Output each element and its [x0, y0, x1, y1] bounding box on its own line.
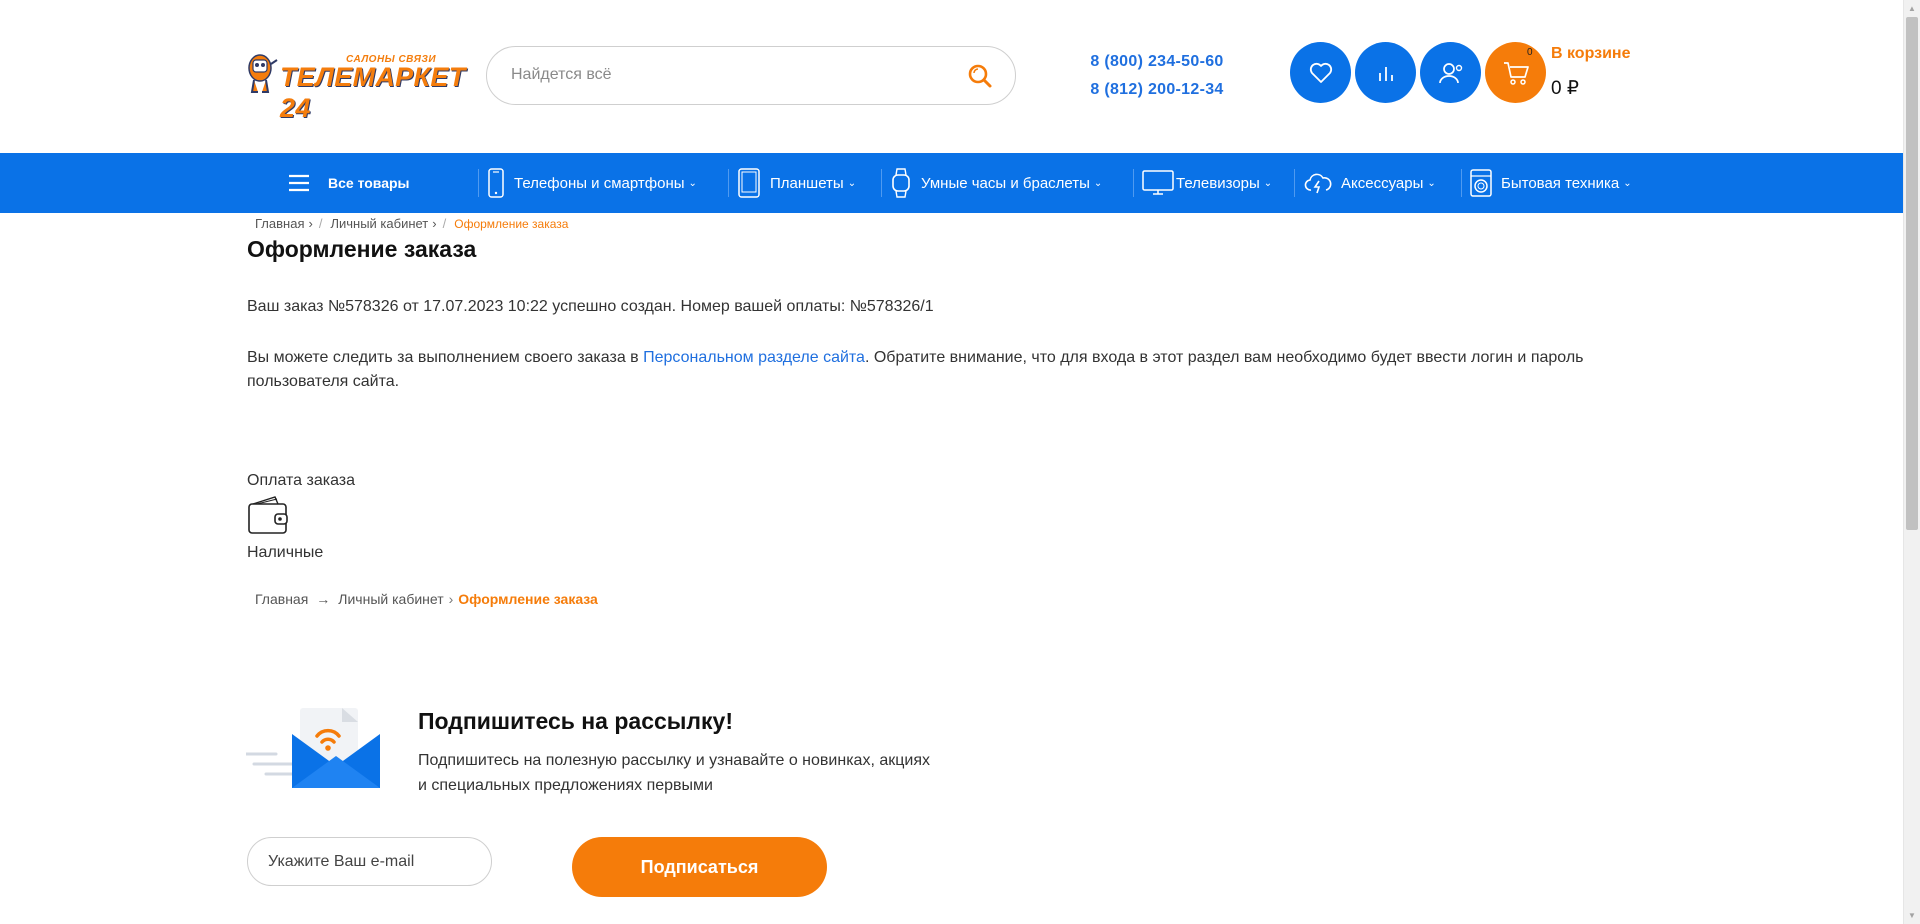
compare-button[interactable] — [1355, 42, 1416, 103]
breadcrumb-current: Оформление заказа — [454, 216, 569, 231]
nav-item-label: Аксессуары — [1341, 174, 1424, 192]
nav-item-tablets[interactable]: Планшеты ⌄ — [737, 153, 856, 213]
logo-text: ТЕЛЕМАРКЕТ 24 — [280, 62, 466, 123]
menu-icon — [289, 174, 309, 192]
nav-item-tvs[interactable]: Телевизоры ⌄ — [1142, 153, 1272, 213]
breadcrumb-home[interactable]: Главная — [255, 216, 304, 231]
nav-divider — [728, 169, 729, 197]
page-title: Оформление заказа — [247, 236, 477, 262]
breadcrumb-current: Оформление заказа — [458, 591, 598, 607]
nav-item-label: Планшеты — [770, 174, 844, 192]
nav-divider — [478, 169, 479, 197]
tv-icon — [1142, 170, 1174, 195]
subscribe-button[interactable]: Подписаться — [572, 837, 827, 897]
search-icon[interactable] — [967, 63, 993, 89]
nav-item-phones[interactable]: Телефоны и смартфоны ⌄ — [487, 153, 697, 213]
nav-item-appliances[interactable]: Бытовая техника ⌄ — [1470, 153, 1632, 213]
order-info-text: Вы можете следить за выполнением своего … — [247, 346, 1647, 394]
nav-item-smartwatches[interactable]: Умные часы и браслеты ⌄ — [890, 153, 1102, 213]
phone-icon — [488, 168, 504, 198]
site-logo[interactable]: САЛОНЫ СВЯЗИ ТЕЛЕМАРКЕТ 24 — [246, 50, 465, 123]
order-info-before: Вы можете следить за выполнением своего … — [247, 349, 644, 366]
breadcrumb-home[interactable]: Главная — [255, 591, 308, 607]
cloud-lightning-icon — [1304, 173, 1332, 194]
payment-title: Оплата заказа — [247, 472, 356, 489]
search-input[interactable] — [511, 47, 931, 103]
washing-machine-icon — [1470, 169, 1492, 197]
cart-icon — [1503, 61, 1529, 85]
cart-label[interactable]: В корзине — [1551, 45, 1630, 63]
chevron-down-icon: ⌄ — [1427, 177, 1436, 189]
breadcrumb-separator: / — [318, 216, 323, 231]
scrollbar-thumb[interactable] — [1906, 17, 1918, 530]
chart-bars-icon — [1378, 66, 1393, 81]
heart-icon — [1309, 62, 1332, 83]
nav-divider — [1294, 169, 1295, 197]
phone-number-2[interactable]: 8 (812) 200-12-34 — [1072, 76, 1242, 104]
cart-count-badge: 0 — [1527, 47, 1533, 58]
newsletter-envelope-icon — [246, 708, 380, 788]
personal-section-link[interactable]: Персональном разделе сайта — [643, 349, 865, 366]
email-field[interactable] — [247, 837, 492, 886]
order-confirmation-text: Ваш заказ №578326 от 17.07.2023 10:22 ус… — [247, 298, 934, 315]
cart-button[interactable] — [1485, 42, 1546, 103]
page-scrollbar[interactable]: ▲ ▼ — [1903, 0, 1920, 924]
breadcrumb-cabinet[interactable]: Личный кабинет — [338, 591, 443, 607]
breadcrumb-separator: / — [442, 216, 447, 231]
phone-numbers: 8 (800) 234-50-60 8 (812) 200-12-34 — [1072, 48, 1242, 104]
chevron-down-icon: ⌄ — [688, 177, 697, 189]
nav-all-products[interactable]: Все товары — [288, 153, 410, 213]
nav-item-label: Телефоны и смартфоны — [514, 174, 685, 192]
chevron-down-icon: ⌄ — [847, 177, 857, 189]
breadcrumb-cabinet[interactable]: Личный кабинет — [330, 216, 428, 231]
search-box — [486, 46, 1016, 105]
wallet-icon — [248, 496, 288, 534]
nav-all-label: Все товары — [328, 175, 410, 191]
arrow-right-icon: → — [316, 591, 331, 607]
nav-divider — [1461, 169, 1462, 197]
chevron-down-icon: ⌄ — [1263, 177, 1273, 189]
breadcrumb: Главная › / Личный кабинет › / Оформлени… — [255, 216, 568, 231]
nav-divider — [881, 169, 882, 197]
nav-item-accessories[interactable]: Аксессуары ⌄ — [1304, 153, 1436, 213]
payment-method: Наличные — [247, 544, 324, 561]
watch-icon — [892, 168, 910, 198]
phone-number-1[interactable]: 8 (800) 234-50-60 — [1072, 48, 1242, 76]
scroll-down-arrow-icon[interactable]: ▼ — [1904, 907, 1920, 924]
chevron-right-icon: › — [432, 216, 437, 231]
main-navigation: Все товары Телефоны и смартфоны ⌄ Планше… — [0, 153, 1903, 213]
subscribe-title: Подпишитесь на рассылку! — [418, 708, 734, 734]
nav-item-label: Бытовая техника — [1501, 174, 1620, 192]
subscribe-text: Подпишитесь на полезную рассылку и узнав… — [418, 752, 930, 794]
chevron-down-icon: ⌄ — [1093, 177, 1103, 189]
favorites-button[interactable] — [1290, 42, 1351, 103]
breadcrumb-bottom: Главная → Личный кабинет › Оформление за… — [255, 591, 598, 607]
chevron-right-icon: › — [308, 216, 313, 231]
mascot-logo-icon — [248, 54, 278, 93]
cart-total: 0 ₽ — [1551, 78, 1579, 99]
user-icon — [1438, 62, 1462, 83]
tablet-icon — [738, 168, 760, 198]
nav-divider — [1133, 169, 1134, 197]
chevron-down-icon: ⌄ — [1623, 177, 1632, 189]
scroll-up-arrow-icon[interactable]: ▲ — [1904, 0, 1920, 17]
nav-item-label: Телевизоры — [1176, 174, 1260, 192]
nav-item-label: Умные часы и браслеты — [921, 174, 1090, 192]
account-button[interactable] — [1420, 42, 1481, 103]
site-header: САЛОНЫ СВЯЗИ ТЕЛЕМАРКЕТ 24 8 (800) 234-5… — [0, 0, 1903, 153]
chevron-right-icon: › — [448, 591, 454, 607]
